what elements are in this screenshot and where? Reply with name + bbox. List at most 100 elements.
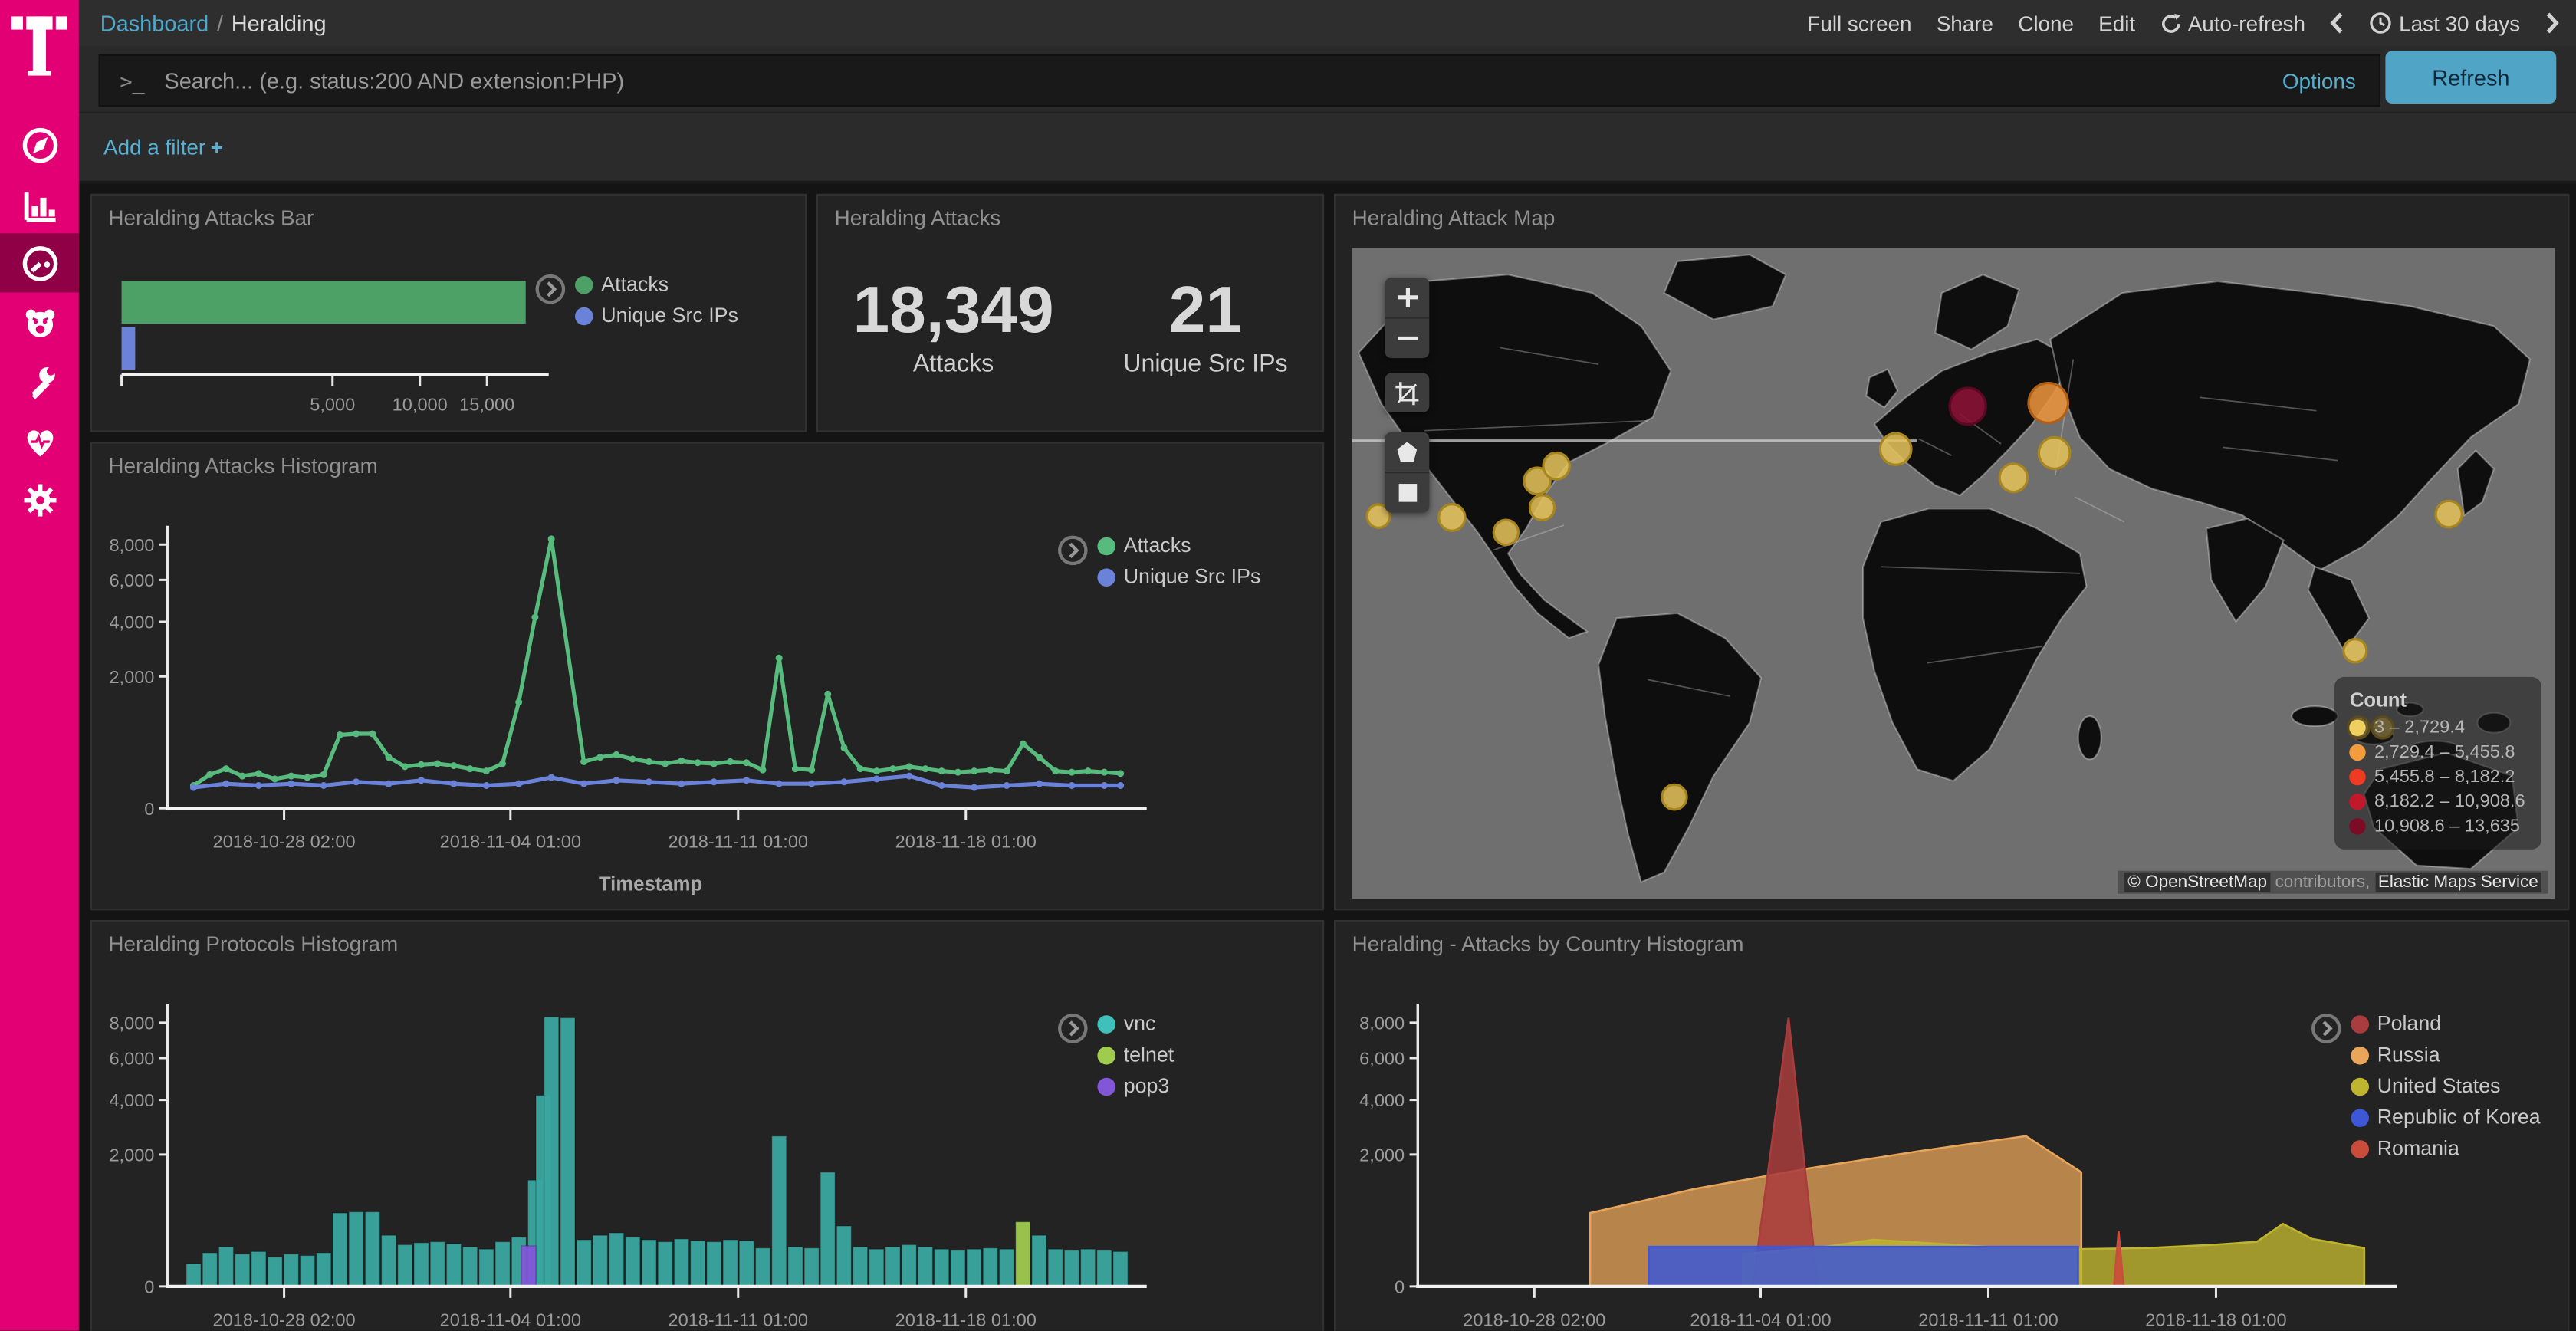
zoom-out-button[interactable] [1385,317,1429,359]
clone-button[interactable]: Clone [2018,11,2074,35]
svg-text:2018-11-18 01:00: 2018-11-18 01:00 [895,832,1037,852]
legend-label: vnc [1124,1012,1156,1035]
map-legend-item: 2,729.4 – 5,455.8 [2350,743,2525,763]
breadcrumb-current: Heralding [232,11,327,35]
legend-item[interactable]: vnc [1097,1012,1174,1035]
draw-rectangle-button[interactable] [1385,472,1429,513]
plus-icon [1395,286,1418,309]
full-screen-button[interactable]: Full screen [1807,11,1911,35]
svg-text:10,000: 10,000 [393,395,448,415]
legend-item[interactable]: Unique Src IPs [1097,565,1260,588]
legend-item[interactable]: Unique Src IPs [575,304,738,327]
time-range-picker[interactable]: Last 30 days [2370,11,2521,35]
edit-button[interactable]: Edit [2098,11,2135,35]
svg-text:2,000: 2,000 [109,667,154,687]
legend-dot [1097,1046,1116,1064]
svg-text:8,000: 8,000 [1359,1013,1405,1033]
svg-text:2018-10-28 02:00: 2018-10-28 02:00 [213,832,356,852]
legend-item[interactable]: Russia [2351,1043,2540,1066]
refresh-cycle-icon [2160,12,2181,34]
legend-item[interactable]: Poland [2351,1012,2540,1035]
share-button[interactable]: Share [1937,11,1993,35]
chart-legend: Poland Russia United States Republic of Kor… [2351,1012,2540,1160]
gear-icon [19,479,61,521]
sidebar-item-gauge[interactable] [0,233,79,292]
add-filter-button[interactable]: Add a filter+ [104,135,223,159]
svg-text:2018-11-04 01:00: 2018-11-04 01:00 [440,1310,581,1329]
sidebar-item-heartbeat[interactable] [0,411,79,470]
panel-title: Heralding Attack Map [1352,205,1556,230]
topbar-actions: Full screen Share Clone Edit Auto-refres… [1807,11,2576,35]
options-link[interactable]: Options [2282,68,2356,93]
metric-label: Attacks [853,350,1053,377]
country-area-chart[interactable]: 02,0004,0006,0008,0002018-10-28 02:00201… [1342,988,2400,1331]
legend-dot [575,275,593,294]
legend-label: Republic of Korea [2377,1106,2541,1129]
legend-toggle-arrow-icon[interactable] [2312,1014,2341,1043]
sidebar-item-wrench[interactable] [0,352,79,411]
minus-icon [1395,327,1418,350]
legend-item[interactable]: Republic of Korea [2351,1106,2540,1129]
legend-label: Attacks [1124,534,1191,557]
legend-item[interactable]: Romania [2351,1137,2540,1160]
osm-attribution-link[interactable]: © OpenStreetMap [2124,873,2270,892]
legend-toggle-arrow-icon[interactable] [1058,1014,1088,1043]
legend-dot [2351,1014,2369,1033]
sidebar-item-compass[interactable] [0,115,79,174]
kibana-dashboard: Dashboard/Heralding Full screen Share Cl… [0,0,2576,1331]
legend-item[interactable]: telnet [1097,1043,1174,1066]
sidebar-item-gear[interactable] [0,470,79,529]
legend-label: Unique Src IPs [601,304,738,327]
chart-legend: vnc telnet pop3 [1097,1012,1174,1097]
ems-attribution-link[interactable]: Elastic Maps Service [2375,873,2542,892]
legend-toggle-arrow-icon[interactable] [1058,536,1088,566]
filter-bar: Add a filter+ [79,113,2576,184]
svg-text:2,000: 2,000 [1359,1145,1405,1165]
auto-refresh-button[interactable]: Auto-refresh [2160,11,2305,35]
draw-polygon-button[interactable] [1385,432,1429,472]
polygon-icon [1395,439,1419,464]
sidebar-item-bear[interactable] [0,292,79,351]
legend-item[interactable]: United States [2351,1074,2540,1097]
svg-text:6,000: 6,000 [109,1049,154,1069]
chevron-left-icon[interactable] [2330,12,2344,35]
svg-text:0: 0 [144,1277,154,1296]
metric-attacks: 18,349 Attacks [853,274,1053,378]
map-legend-dot [2350,818,2366,834]
map-canvas[interactable]: Count 3 – 2,729.42,729.4 – 5,455.85,455.… [1352,248,2555,899]
panel-title: Heralding Protocols Histogram [108,932,398,956]
svg-text:2018-11-18 01:00: 2018-11-18 01:00 [2145,1310,2286,1329]
legend-toggle-arrow-icon[interactable] [536,274,566,304]
legend-item[interactable]: pop3 [1097,1074,1174,1097]
svg-text:8,000: 8,000 [109,1013,154,1033]
map-legend-label: 3 – 2,729.4 [2374,718,2465,738]
metric-value: 21 [1123,274,1287,347]
map-attribution: © OpenStreetMap contributors, Elastic Ma… [2118,871,2548,894]
search-box: >_ Options [99,54,2380,107]
protocols-bar-chart[interactable]: 02,0004,0006,0008,0002018-10-28 02:00201… [99,988,1150,1331]
crop-button[interactable] [1385,373,1429,412]
map-legend-label: 2,729.4 – 5,455.8 [2374,743,2515,763]
sidebar-item-bar-chart[interactable] [0,174,79,233]
refresh-button[interactable]: Refresh [2385,51,2556,104]
legend-item[interactable]: Attacks [1097,534,1260,557]
bar-chart-icon [19,183,61,225]
legend-item[interactable]: Attacks [575,273,738,296]
legend-label: telnet [1124,1043,1175,1066]
map-legend-dot [2350,744,2366,761]
zoom-in-button[interactable] [1385,278,1429,317]
breadcrumb-dashboard-link[interactable]: Dashboard [100,11,209,35]
telekom-logo[interactable] [0,0,79,92]
attacks-bar-chart[interactable]: 5,00010,00015,000 [102,261,595,426]
svg-text:8,000: 8,000 [109,535,154,555]
chevron-right-icon[interactable] [2545,12,2559,35]
search-input[interactable] [161,67,2282,94]
legend-label: Russia [2377,1043,2440,1066]
attacks-line-chart[interactable]: 02,0004,0006,0008,0002018-10-28 02:00201… [99,509,1150,900]
rectangle-icon [1395,481,1418,504]
gauge-icon [19,242,61,284]
legend-dot [2351,1139,2369,1158]
map-fit-control [1385,373,1429,412]
svg-text:2018-10-28 02:00: 2018-10-28 02:00 [1463,1310,1605,1329]
legend-label: pop3 [1124,1074,1170,1097]
